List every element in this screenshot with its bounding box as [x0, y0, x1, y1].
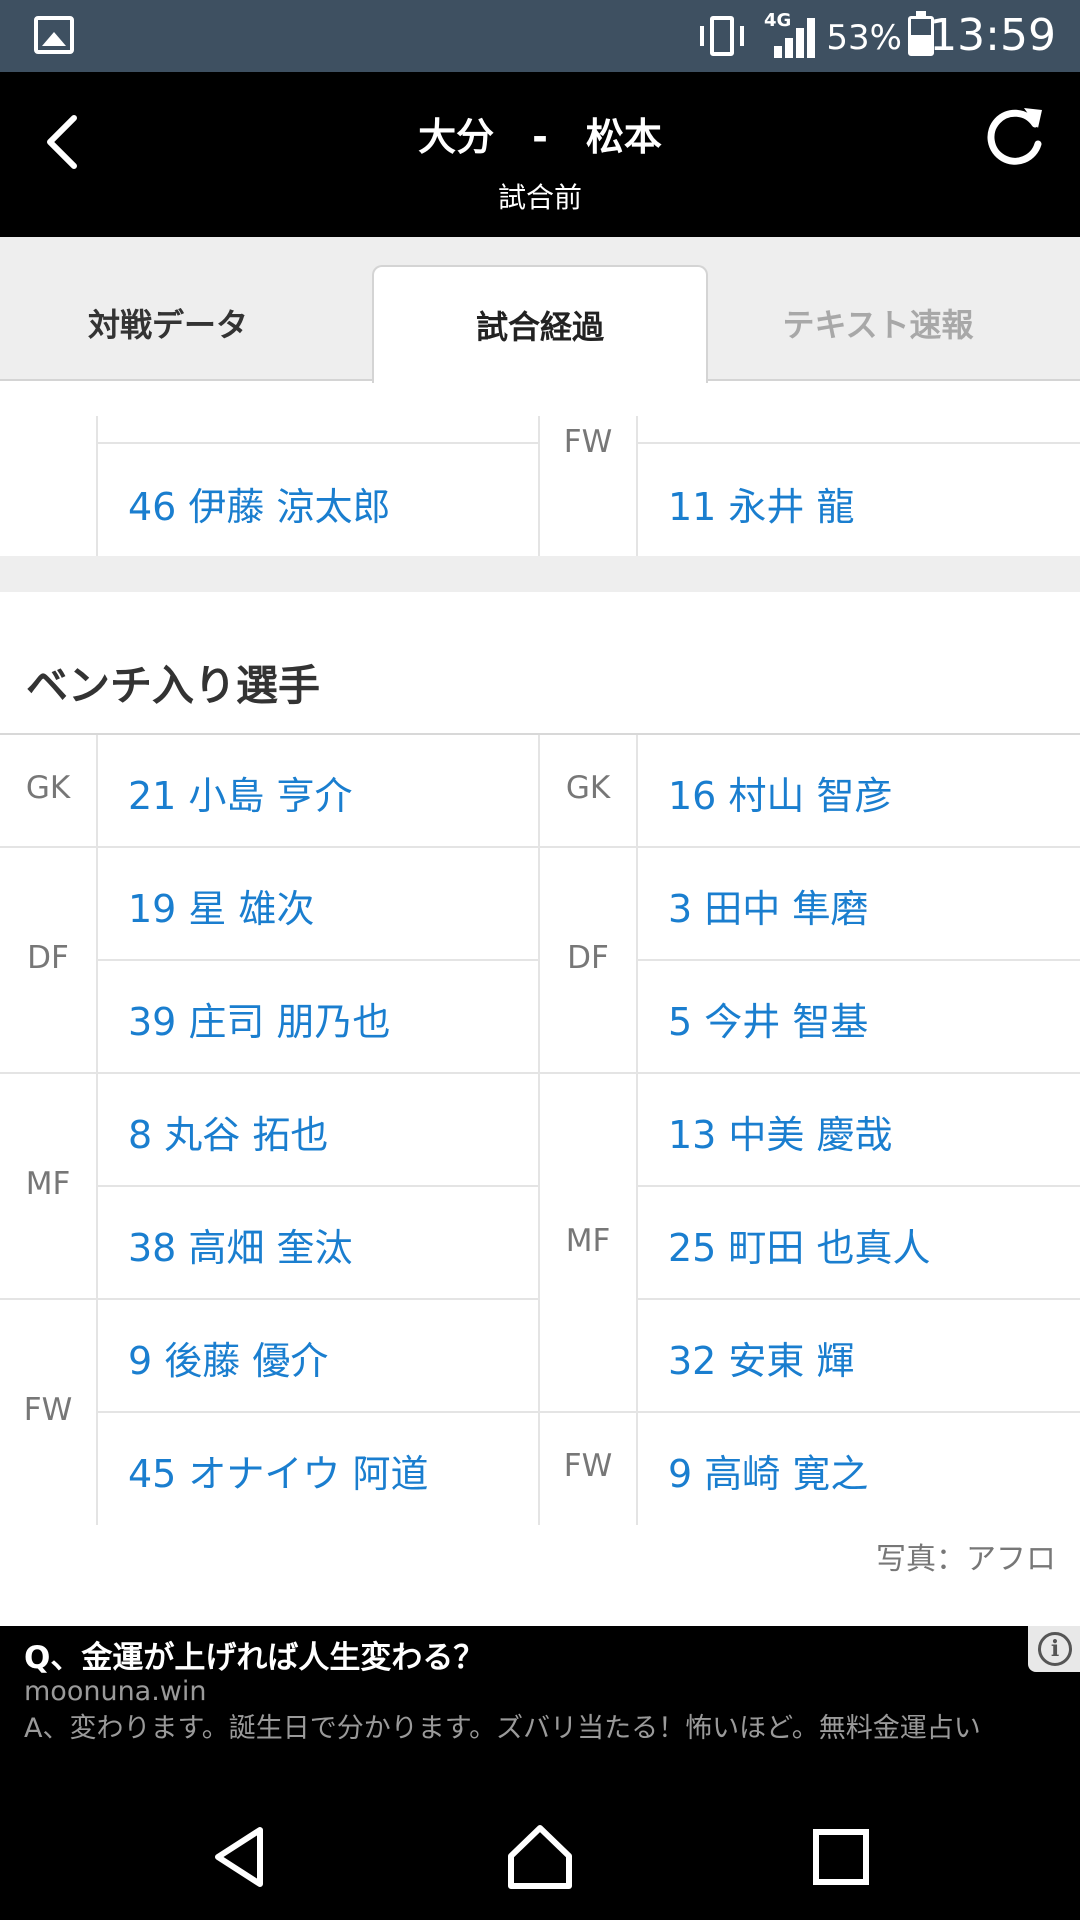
gallery-notification-icon [34, 16, 74, 54]
player-link[interactable]: 46 伊藤 涼太郎 [128, 476, 391, 531]
recents-square-icon [813, 1829, 869, 1885]
player-link[interactable]: 21 小島 亨介 [128, 765, 353, 820]
player-link[interactable]: 9 高崎 寛之 [668, 1443, 868, 1498]
bench-section-title: ベンチ入り選手 [26, 661, 321, 710]
ad-banner[interactable]: Q、金運が上げれば人生変わる？ moonuna.win A、変わります。誕生日で… [0, 1626, 1080, 1794]
player-link[interactable]: 39 庄司 朋乃也 [128, 991, 391, 1046]
player-link[interactable]: 13 中美 慶哉 [668, 1104, 893, 1159]
battery-percent: 53% [826, 18, 902, 58]
position-label-gk: GK [25, 770, 71, 806]
player-link[interactable]: 45 オナイウ 阿道 [128, 1443, 429, 1498]
nav-recents-button[interactable] [806, 1822, 876, 1892]
player-link[interactable]: 19 星 雄次 [128, 878, 315, 933]
home-icon [508, 1825, 572, 1889]
player-link[interactable]: 25 町田 也真人 [668, 1217, 931, 1272]
ad-title[interactable]: Q、金運が上げれば人生変わる？ [24, 1632, 484, 1677]
info-icon: i [1038, 1632, 1072, 1666]
app-header: 大分 - 松本 試合前 [0, 72, 1080, 237]
clock: 13:59 [929, 10, 1056, 61]
system-nav-bar [0, 1794, 1080, 1920]
tab-match-progress[interactable]: 試合経過 [372, 265, 708, 383]
status-bar: 4G 53% 13:59 [0, 0, 1080, 72]
position-label-fw: FW [23, 1392, 73, 1428]
player-link[interactable]: 11 永井 龍 [668, 476, 855, 531]
refresh-button[interactable] [980, 102, 1050, 172]
player-link[interactable]: 3 田中 隼磨 [668, 878, 868, 933]
player-link[interactable]: 32 安東 輝 [668, 1330, 855, 1385]
position-label-fw: FW [563, 1448, 613, 1484]
player-link[interactable]: 16 村山 智彦 [668, 765, 893, 820]
position-label-df: DF [27, 940, 69, 976]
nav-back-button[interactable] [206, 1822, 276, 1892]
position-label-df: DF [567, 940, 609, 976]
player-link[interactable]: 38 高畑 奎汰 [128, 1217, 353, 1272]
player-link[interactable]: 5 今井 智基 [668, 991, 868, 1046]
vibrate-icon [694, 14, 750, 58]
player-link[interactable]: 9 後藤 優介 [128, 1330, 328, 1385]
ad-info-button[interactable]: i [1028, 1626, 1080, 1672]
signal-icon [772, 18, 818, 58]
photo-credit: 写真：アフロ [876, 1542, 1056, 1577]
tab-bar: 対戦データ 試合経過 テキスト速報 [0, 237, 1080, 383]
ad-body[interactable]: A、変わります。誕生日で分かります。ズバリ当たる！怖いほど。無料金運占い [24, 1714, 1034, 1744]
tab-match-data[interactable]: 対戦データ [0, 265, 336, 381]
refresh-icon [987, 108, 1042, 165]
match-title: 大分 - 松本 [418, 115, 662, 159]
tab-text-live[interactable]: テキスト速報 [710, 265, 1046, 381]
position-label-gk: GK [565, 770, 611, 806]
ad-url[interactable]: moonuna.win [24, 1676, 207, 1707]
back-triangle-icon [215, 1827, 263, 1887]
section-divider [0, 556, 1080, 592]
position-label-mf: MF [25, 1166, 71, 1202]
position-label: FW [563, 424, 613, 460]
match-status: 試合前 [497, 181, 582, 214]
player-link[interactable]: 8 丸谷 拓也 [128, 1104, 328, 1159]
position-label-mf: MF [565, 1223, 611, 1259]
nav-home-button[interactable] [505, 1822, 575, 1892]
